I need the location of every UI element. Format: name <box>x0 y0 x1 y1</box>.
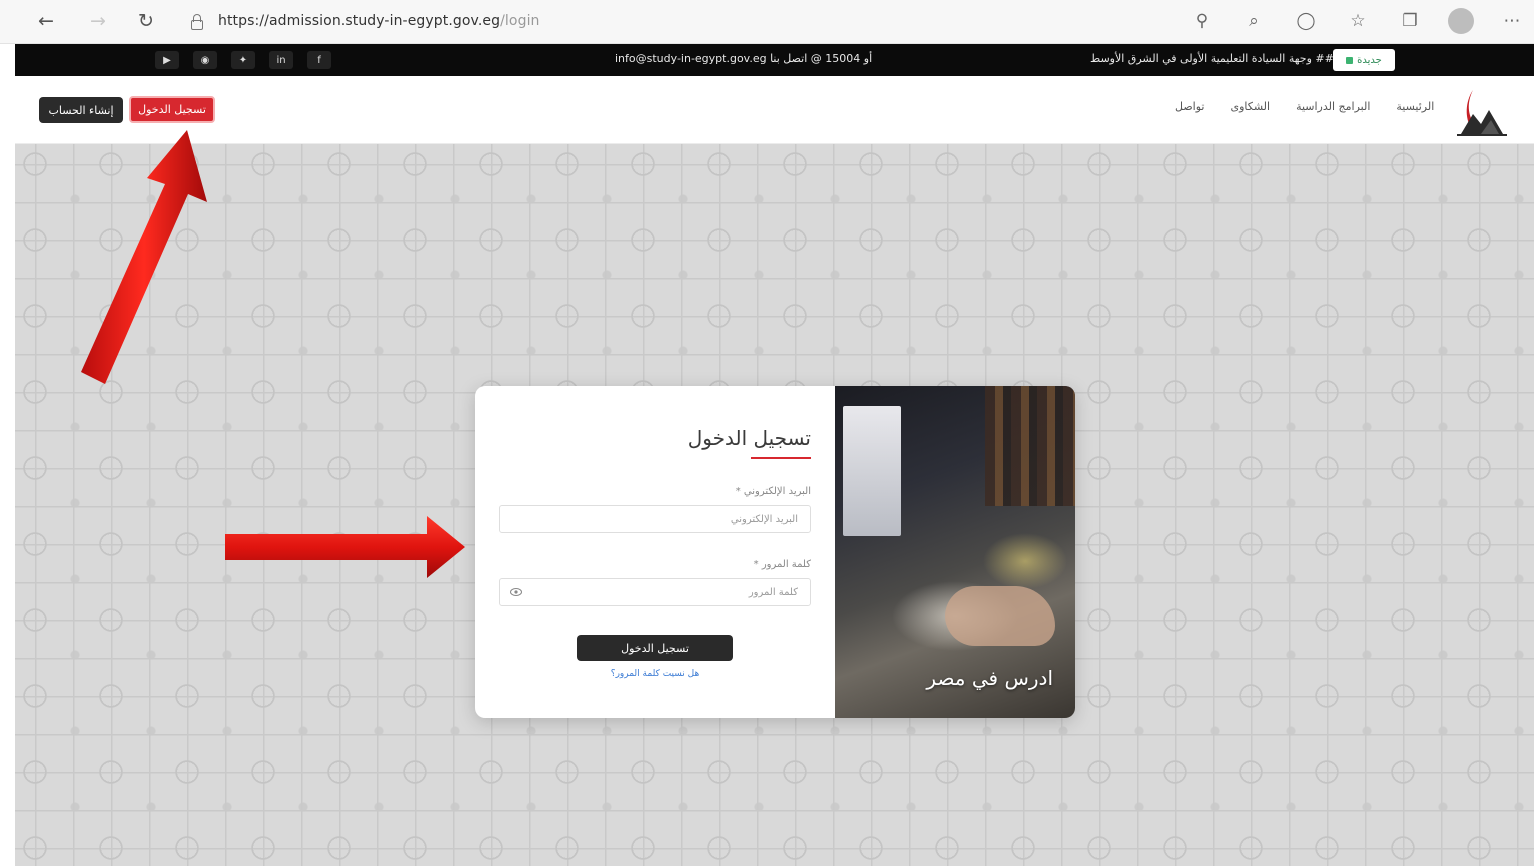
login-card: تسجيل الدخول البريد الإلكتروني * البريد … <box>475 386 1075 718</box>
forgot-password-link[interactable]: هل نسيت كلمة المرور؟ <box>499 669 811 679</box>
linkedin-icon[interactable]: in <box>269 51 293 69</box>
browser-actions: ⚲ ⌕ ◯ ☆ ❐ ⋯ <box>1188 8 1526 34</box>
news-badge-label: جديدة <box>1357 54 1382 66</box>
youtube-icon[interactable]: ▶ <box>155 51 179 69</box>
instagram-icon[interactable]: ◉ <box>193 51 217 69</box>
arrow-to-login-button-icon <box>81 130 207 384</box>
news-ticker: ## وجهة السيادة التعليمية الأولى في الشر… <box>1090 52 1334 65</box>
email-field[interactable]: البريد الإلكتروني <box>499 505 811 533</box>
news-badge: جديدة <box>1333 49 1395 71</box>
website: ▶ ◉ ✦ in f info@study-in-egypt.gov.eg أو… <box>15 44 1534 866</box>
password-label: كلمة المرور * <box>753 559 811 570</box>
monitor-image <box>843 406 901 536</box>
nav-item-contact[interactable]: تواصل <box>1175 100 1204 113</box>
browser-toolbar: ← → ↻ https://admission.study-in-egypt.g… <box>0 0 1534 44</box>
hand-writing-image <box>945 586 1055 646</box>
reload-icon[interactable]: ↻ <box>132 8 160 34</box>
badge-dot-icon <box>1346 56 1354 64</box>
site-header: إنشاء الحساب تسجيل الدخول الرئيسية البرا… <box>15 76 1534 144</box>
login-title: تسجيل الدخول <box>687 426 811 450</box>
main-nav: الرئيسية البرامج الدراسية الشكاوى تواصل <box>1175 100 1434 113</box>
password-field[interactable]: كلمة المرور <box>499 578 811 606</box>
zoom-icon[interactable]: ⌕ <box>1240 8 1268 34</box>
social-links: ▶ ◉ ✦ in f <box>155 51 331 69</box>
register-button[interactable]: إنشاء الحساب <box>39 97 123 123</box>
favorites-icon[interactable]: ☆ <box>1344 8 1372 34</box>
email-label: البريد الإلكتروني * <box>735 486 811 497</box>
eye-icon[interactable] <box>510 587 522 597</box>
twitter-icon[interactable]: ✦ <box>231 51 255 69</box>
arrow-to-login-form-icon <box>225 516 465 578</box>
title-underline <box>751 457 811 459</box>
photo-caption: ادرس في مصر <box>926 666 1053 690</box>
url-host: https://admission.study-in-egypt.gov.eg <box>218 13 501 29</box>
profile-avatar[interactable] <box>1448 8 1474 34</box>
key-icon[interactable]: ⚲ <box>1188 8 1216 34</box>
nav-item-home[interactable]: الرئيسية <box>1396 100 1434 113</box>
back-arrow-icon[interactable]: ← <box>32 8 60 34</box>
header-login-button[interactable]: تسجيل الدخول <box>129 96 215 123</box>
top-info-bar: ▶ ◉ ✦ in f info@study-in-egypt.gov.eg أو… <box>15 44 1534 76</box>
url-text: https://admission.study-in-egypt.gov.eg/… <box>218 13 540 29</box>
login-form: تسجيل الدخول البريد الإلكتروني * البريد … <box>475 386 835 718</box>
collections-icon[interactable]: ❐ <box>1396 8 1424 34</box>
site-logo[interactable] <box>1451 84 1513 138</box>
address-bar[interactable]: https://admission.study-in-egypt.gov.eg/… <box>188 7 1238 35</box>
read-aloud-icon[interactable]: ◯ <box>1292 8 1320 34</box>
lock-icon <box>188 13 204 30</box>
bookshelf-image <box>985 386 1075 506</box>
nav-item-complaints[interactable]: الشكاوى <box>1230 100 1270 113</box>
more-options-icon[interactable]: ⋯ <box>1498 8 1526 34</box>
password-placeholder: كلمة المرور <box>748 586 798 598</box>
forward-arrow-icon[interactable]: → <box>84 8 112 34</box>
contact-info: info@study-in-egypt.gov.eg أو 15004 @ ات… <box>615 52 873 65</box>
study-photo: ادرس في مصر <box>835 386 1075 718</box>
url-path: /login <box>500 13 540 29</box>
facebook-icon[interactable]: f <box>307 51 331 69</box>
login-submit-button[interactable]: تسجيل الدخول <box>577 635 733 661</box>
email-placeholder: البريد الإلكتروني <box>730 513 798 525</box>
nav-item-programs[interactable]: البرامج الدراسية <box>1296 100 1370 113</box>
